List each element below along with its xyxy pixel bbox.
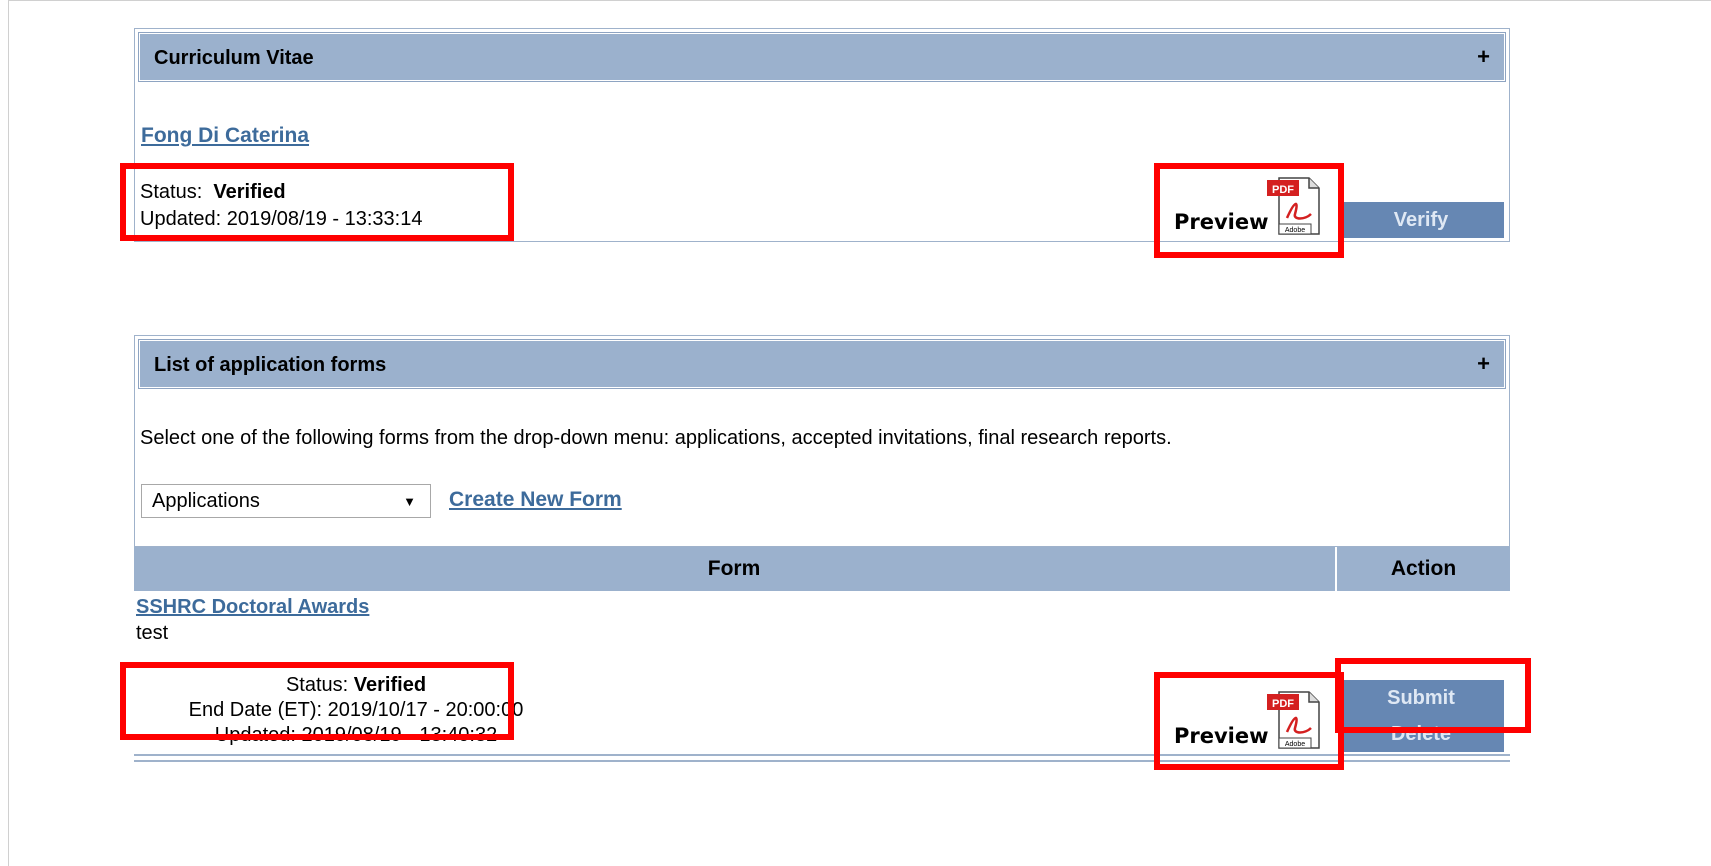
forms-table-header: Form Action [134,547,1510,591]
form-preview-label: Preview [1174,724,1269,748]
cv-panel-header: Curriculum Vitae + [138,32,1506,82]
form-updated-line: Updated: 2019/08/19 - 13:40:32 [136,723,576,748]
chevron-down-icon: ▼ [403,494,416,509]
form-link-sshrc[interactable]: SSHRC Doctoral Awards [136,596,369,619]
forms-panel-header: List of application forms + [138,339,1506,389]
row-bottom-rule-2 [134,760,1510,762]
form-updated-label: Updated: [214,724,296,746]
cv-updated-label: Updated: [140,208,222,230]
create-new-form-link[interactable]: Create New Form [449,488,622,512]
form-status-value: Verified [353,674,427,696]
cv-preview-label: Preview [1174,210,1269,234]
cv-status-value: Verified [213,181,286,203]
cv-name-link[interactable]: Fong Di Caterina [141,124,309,148]
form-end-date-line: End Date (ET): 2019/10/17 - 20:00:00 [136,698,576,723]
row-bottom-rule [134,754,1510,756]
forms-expand-button[interactable]: + [1477,351,1490,377]
cv-status-line: Status: Verified [140,181,286,204]
cv-status-label: Status: [140,181,203,203]
frame-left-border [8,0,9,866]
cv-updated-line: Updated: 2019/08/19 - 13:33:14 [140,208,422,231]
column-header-action: Action [1390,557,1457,580]
form-preview-link[interactable]: Preview PDF Adobe [1168,686,1333,756]
cv-preview-link[interactable]: Preview PDF Adobe [1168,172,1333,242]
form-subtitle: test [136,622,169,644]
verify-button[interactable]: Verify [1338,202,1504,238]
svg-text:Adobe: Adobe [1285,227,1305,234]
svg-text:PDF: PDF [1272,698,1294,710]
delete-button[interactable]: Delete [1338,716,1504,752]
forms-instructions: Select one of the following forms from t… [140,427,1172,449]
pdf-icon: PDF Adobe [1267,177,1320,235]
pdf-icon: PDF Adobe [1267,691,1320,749]
svg-text:Adobe: Adobe [1285,741,1305,748]
form-end-date-value: 2019/10/17 - 20:00:00 [327,699,524,721]
cv-panel-title: Curriculum Vitae [154,47,314,69]
frame-top-border [8,0,1711,1]
forms-panel-title: List of application forms [154,354,387,376]
submit-button[interactable]: Submit [1338,680,1504,716]
form-status-line: Status: Verified [136,673,576,698]
column-header-form: Form [707,557,761,580]
form-updated-value: 2019/08/19 - 13:40:32 [301,724,498,746]
form-details: Status: Verified End Date (ET): 2019/10/… [136,673,576,748]
form-type-select[interactable]: Applications ▼ [141,484,431,518]
cv-expand-button[interactable]: + [1477,44,1490,70]
form-end-date-label: End Date (ET): [188,699,323,721]
svg-text:PDF: PDF [1272,184,1294,196]
cv-updated-value: 2019/08/19 - 13:33:14 [226,208,423,230]
form-status-label: Status: [285,674,349,696]
form-type-select-value: Applications [152,490,260,512]
